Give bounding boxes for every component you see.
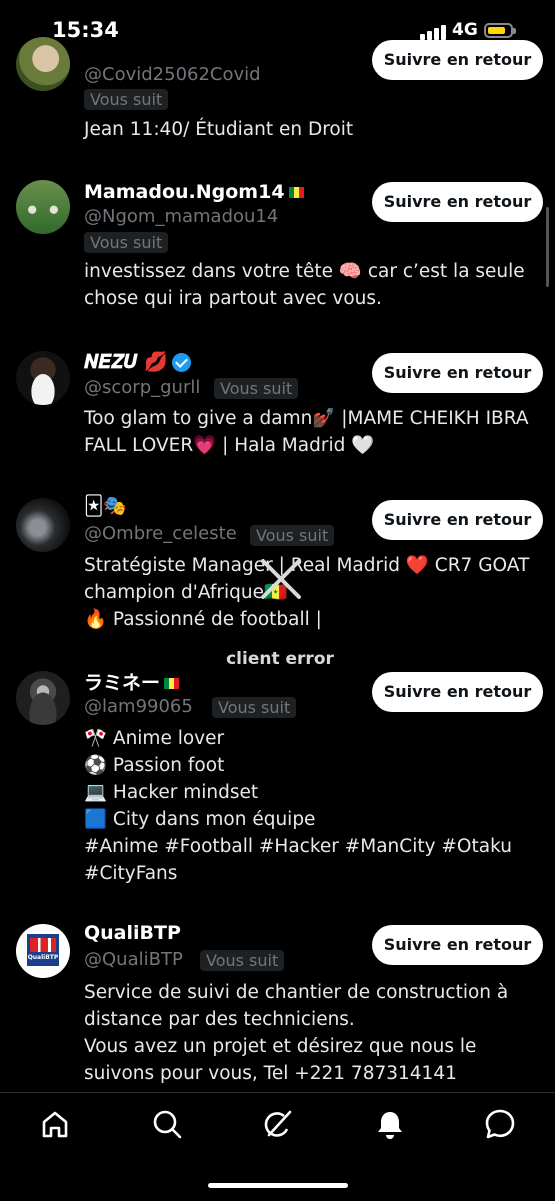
home-icon[interactable] [38,1107,72,1141]
grok-icon[interactable] [261,1107,295,1141]
verified-badge-icon [171,353,191,372]
user-handle: @Ombre_celeste [84,523,237,544]
user-name: Mamadou.Ngom14 [84,181,304,203]
user-handle: @Covid25062Covid [84,64,261,85]
user-name: 🃏🎭 [84,495,128,517]
follows-you-badge: Vous suit [84,89,169,110]
follow-back-button[interactable]: Suivre en retour [372,40,543,80]
avatar[interactable] [16,351,70,405]
user-bio: Service de suivi de chantier de construc… [84,982,509,1084]
follows-you-badge: Vous suit [200,950,285,971]
follows-you-badge: Vous suit [250,525,335,546]
follow-back-button[interactable]: Suivre en retour [372,925,543,965]
user-bio: Too glam to give a damn💅🏿 |MAME CHEIKH I… [84,408,529,456]
follow-back-button[interactable]: Suivre en retour [372,672,543,712]
user-name: ラミネー [84,668,180,695]
avatar[interactable] [16,671,70,725]
scrollbar[interactable] [546,207,549,287]
error-overlay: client error [195,545,365,675]
home-indicator[interactable] [208,1183,348,1188]
senegal-flag-icon [164,678,180,689]
qualibtp-logo: QualiBTP [27,934,59,966]
follow-back-button[interactable]: Suivre en retour [372,353,543,393]
follows-you-badge: Vous suit [214,378,299,399]
follow-back-button[interactable]: Suivre en retour [372,182,543,222]
search-icon[interactable] [150,1107,184,1141]
user-bio: Jean 11:40/ Étudiant en Droit [84,119,354,140]
error-message: client error [226,649,334,669]
user-bio: investissez dans votre tête 🧠 car c’est … [84,261,525,309]
messages-icon[interactable] [483,1107,517,1141]
avatar[interactable]: QualiBTP [16,924,70,978]
user-handle: @Ngom_mamadou14 [84,206,279,227]
notifications-icon[interactable] [373,1107,407,1141]
user-bio: 🎌 Anime lover ⚽ Passion foot 💻 Hacker mind… [84,728,512,884]
user-name: 𝑵𝑬𝒁𝑼 💋 [84,350,191,373]
follow-back-button[interactable]: Suivre en retour [372,500,543,540]
avatar[interactable] [16,37,70,91]
user-handle: @QualiBTP [84,949,183,970]
follows-you-badge: Vous suit [212,697,297,718]
avatar[interactable] [16,180,70,234]
user-name: QualiBTP [84,922,181,944]
user-handle: @scorp_gurll [84,377,201,398]
close-x-icon [261,559,301,599]
avatar[interactable] [16,498,70,552]
user-handle: @lam99065 [84,696,193,717]
follows-you-badge: Vous suit [84,232,169,253]
senegal-flag-icon [288,187,304,198]
